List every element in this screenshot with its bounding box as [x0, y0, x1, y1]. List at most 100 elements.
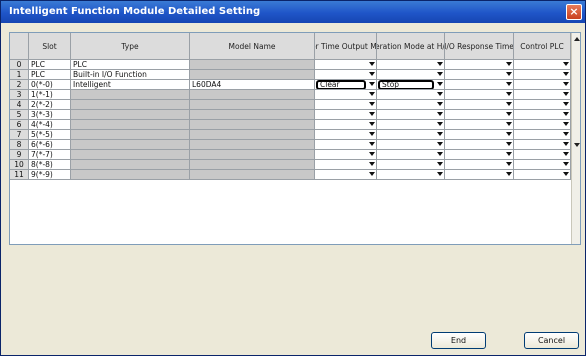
chevron-down-icon[interactable]: [369, 82, 375, 86]
chevron-down-icon[interactable]: [506, 142, 512, 146]
table-row[interactable]: 4 2(*-2): [10, 100, 571, 110]
chevron-down-icon[interactable]: [437, 102, 443, 106]
control-plc-select[interactable]: [514, 160, 571, 170]
error-time-output-mode-select[interactable]: [315, 120, 377, 130]
control-plc-select[interactable]: [514, 130, 571, 140]
error-time-output-mode-select[interactable]: [315, 100, 377, 110]
chevron-down-icon[interactable]: [563, 102, 569, 106]
io-response-time-select[interactable]: [445, 170, 514, 180]
plc-operation-mode-select[interactable]: Stop: [377, 80, 445, 90]
io-response-time-select[interactable]: [445, 60, 514, 70]
plc-operation-mode-select[interactable]: [377, 140, 445, 150]
error-time-output-mode-select[interactable]: [315, 110, 377, 120]
chevron-down-icon[interactable]: [506, 72, 512, 76]
plc-operation-mode-select[interactable]: [377, 70, 445, 80]
selected-value-box[interactable]: Stop: [378, 80, 434, 89]
table-row[interactable]: 5 3(*-3): [10, 110, 571, 120]
chevron-down-icon[interactable]: [369, 102, 375, 106]
table-row[interactable]: 10 8(*-8): [10, 160, 571, 170]
plc-operation-mode-select[interactable]: [377, 120, 445, 130]
error-time-output-mode-select[interactable]: [315, 140, 377, 150]
chevron-down-icon[interactable]: [437, 162, 443, 166]
control-plc-select[interactable]: [514, 150, 571, 160]
table-row[interactable]: 6 4(*-4): [10, 120, 571, 130]
io-response-time-select[interactable]: [445, 90, 514, 100]
chevron-down-icon[interactable]: [437, 122, 443, 126]
chevron-down-icon[interactable]: [369, 142, 375, 146]
chevron-down-icon[interactable]: [437, 82, 443, 86]
chevron-down-icon[interactable]: [506, 172, 512, 176]
plc-operation-mode-select[interactable]: [377, 130, 445, 140]
chevron-down-icon[interactable]: [506, 92, 512, 96]
chevron-down-icon[interactable]: [369, 92, 375, 96]
chevron-down-icon[interactable]: [506, 162, 512, 166]
chevron-down-icon[interactable]: [369, 132, 375, 136]
scroll-up-icon[interactable]: [574, 37, 580, 41]
chevron-down-icon[interactable]: [506, 102, 512, 106]
chevron-down-icon[interactable]: [369, 162, 375, 166]
table-row[interactable]: 0 PLC PLC: [10, 60, 571, 70]
chevron-down-icon[interactable]: [563, 72, 569, 76]
chevron-down-icon[interactable]: [506, 132, 512, 136]
table-row[interactable]: 7 5(*-5): [10, 130, 571, 140]
plc-operation-mode-select[interactable]: [377, 110, 445, 120]
table-row[interactable]: 1 PLC Built-in I/O Function: [10, 70, 571, 80]
io-response-time-select[interactable]: [445, 160, 514, 170]
plc-operation-mode-select[interactable]: [377, 100, 445, 110]
chevron-down-icon[interactable]: [369, 172, 375, 176]
plc-operation-mode-select[interactable]: [377, 170, 445, 180]
scroll-down-icon[interactable]: [574, 143, 580, 147]
title-bar[interactable]: Intelligent Function Module Detailed Set…: [1, 1, 585, 23]
io-response-time-select[interactable]: [445, 70, 514, 80]
chevron-down-icon[interactable]: [563, 82, 569, 86]
error-time-output-mode-select[interactable]: Clear: [315, 80, 377, 90]
control-plc-select[interactable]: [514, 140, 571, 150]
io-response-time-select[interactable]: [445, 140, 514, 150]
chevron-down-icon[interactable]: [437, 132, 443, 136]
control-plc-select[interactable]: [514, 80, 571, 90]
chevron-down-icon[interactable]: [563, 142, 569, 146]
chevron-down-icon[interactable]: [437, 92, 443, 96]
chevron-down-icon[interactable]: [437, 62, 443, 66]
table-row[interactable]: 11 9(*-9): [10, 170, 571, 180]
io-response-time-select[interactable]: [445, 120, 514, 130]
chevron-down-icon[interactable]: [437, 152, 443, 156]
chevron-down-icon[interactable]: [437, 112, 443, 116]
plc-operation-mode-select[interactable]: [377, 90, 445, 100]
io-response-time-select[interactable]: [445, 100, 514, 110]
chevron-down-icon[interactable]: [563, 132, 569, 136]
io-response-time-select[interactable]: [445, 130, 514, 140]
chevron-down-icon[interactable]: [369, 152, 375, 156]
plc-operation-mode-select[interactable]: [377, 60, 445, 70]
selected-value-box[interactable]: Clear: [316, 80, 366, 89]
chevron-down-icon[interactable]: [506, 122, 512, 126]
chevron-down-icon[interactable]: [437, 172, 443, 176]
plc-operation-mode-select[interactable]: [377, 150, 445, 160]
error-time-output-mode-select[interactable]: [315, 130, 377, 140]
error-time-output-mode-select[interactable]: [315, 70, 377, 80]
chevron-down-icon[interactable]: [506, 82, 512, 86]
table-row[interactable]: 2 0(*-0) Intelligent L60DA4 Clear Stop: [10, 80, 571, 90]
table-row[interactable]: 3 1(*-1): [10, 90, 571, 100]
chevron-down-icon[interactable]: [563, 112, 569, 116]
chevron-down-icon[interactable]: [563, 62, 569, 66]
control-plc-select[interactable]: [514, 90, 571, 100]
io-response-time-select[interactable]: [445, 150, 514, 160]
vertical-scrollbar[interactable]: [571, 33, 580, 244]
error-time-output-mode-select[interactable]: [315, 90, 377, 100]
chevron-down-icon[interactable]: [369, 62, 375, 66]
close-icon[interactable]: ×: [566, 4, 582, 20]
error-time-output-mode-select[interactable]: [315, 60, 377, 70]
control-plc-select[interactable]: [514, 60, 571, 70]
plc-operation-mode-select[interactable]: [377, 160, 445, 170]
io-response-time-select[interactable]: [445, 80, 514, 90]
chevron-down-icon[interactable]: [563, 162, 569, 166]
chevron-down-icon[interactable]: [506, 152, 512, 156]
chevron-down-icon[interactable]: [563, 122, 569, 126]
chevron-down-icon[interactable]: [369, 122, 375, 126]
control-plc-select[interactable]: [514, 170, 571, 180]
end-button[interactable]: End: [431, 332, 486, 349]
chevron-down-icon[interactable]: [563, 172, 569, 176]
chevron-down-icon[interactable]: [369, 112, 375, 116]
io-response-time-select[interactable]: [445, 110, 514, 120]
